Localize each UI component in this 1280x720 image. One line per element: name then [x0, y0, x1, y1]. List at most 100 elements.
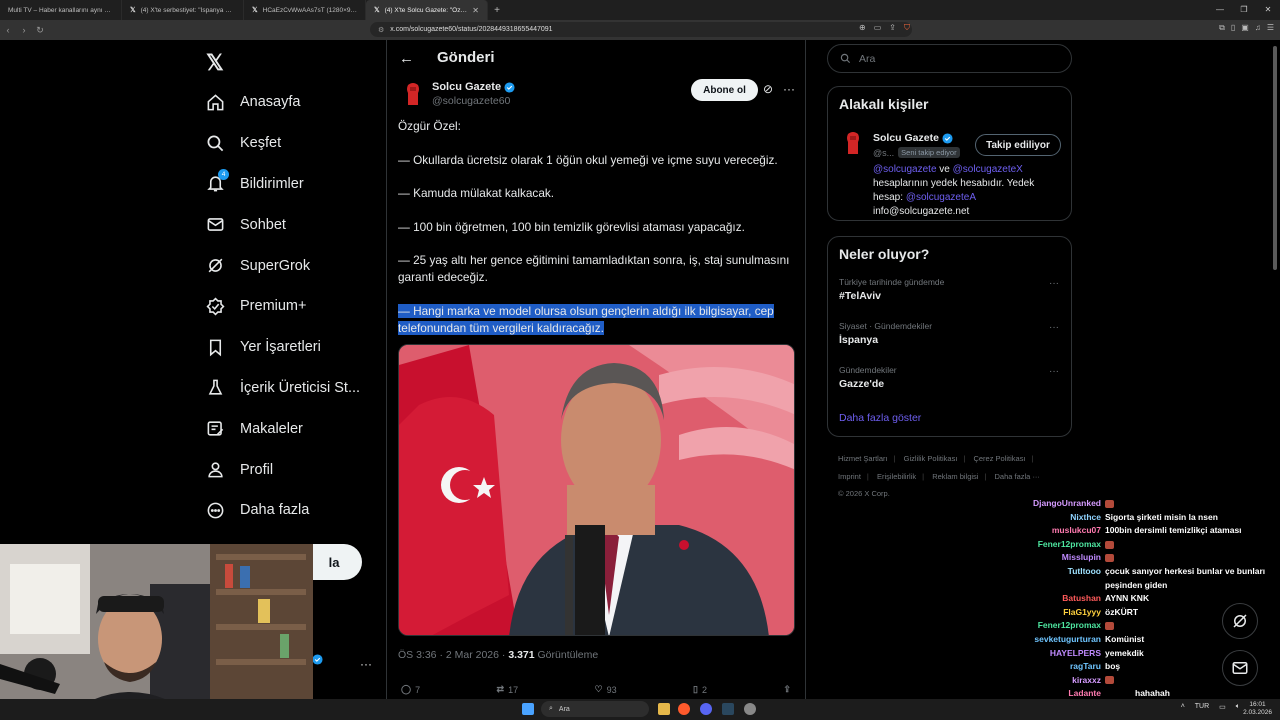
url-field[interactable]: ⚙ x.com/solcugazete60/status/20284493186…	[370, 22, 912, 37]
sidebar-item-bookmarks[interactable]: Yer İşaretleri	[205, 327, 385, 368]
extensions-icon[interactable]: ⧉	[1219, 23, 1225, 33]
site-settings-icon[interactable]: ⚙	[378, 26, 384, 34]
brave-icon[interactable]	[678, 703, 690, 715]
forward-nav-icon[interactable]: ›	[16, 25, 32, 35]
footer-link[interactable]: Reklam bilgisi	[932, 472, 978, 481]
trend-item[interactable]: Türkiye tarihinde gündemde #TelAviv ···	[828, 274, 1071, 318]
chat-username: ragTaru	[1069, 661, 1101, 672]
more-options-icon[interactable]: ···	[783, 82, 795, 96]
sidebar-item-supergrok[interactable]: SuperGrok	[205, 245, 385, 286]
chat-username: kiraxxz	[1072, 674, 1101, 685]
trend-name: #TelAviv	[839, 290, 882, 302]
more-options-icon[interactable]: ···	[1049, 366, 1059, 377]
reload-icon[interactable]: ↻	[32, 25, 48, 36]
browser-tab-1[interactable]: Multi TV – Haber kanallarını aynı and	[0, 0, 122, 20]
browser-tab-2[interactable]: 𝕏 (4) X'te serbestiyet: "İspanya Başbak	[122, 0, 244, 20]
chat-message: Tutltooo çocuk sanıyor herkesi bunlar ve …	[1000, 565, 1270, 592]
taskbar-search[interactable]: ⌕ Ara	[541, 701, 649, 717]
share-button[interactable]: ⇪	[783, 684, 791, 695]
maximize-icon[interactable]: ❐	[1232, 0, 1256, 20]
footer-link[interactable]: Erişilebilirlik	[877, 472, 916, 481]
search-placeholder: Ara	[859, 52, 876, 65]
related-name[interactable]: Solcu Gazete	[873, 132, 953, 144]
selected-text[interactable]: — Hangi marka ve model olursa olsun genç…	[398, 303, 774, 335]
share-icon[interactable]: ⇪	[889, 23, 896, 33]
discord-icon[interactable]	[700, 703, 712, 715]
chevron-up-icon[interactable]: ˄	[1181, 703, 1185, 711]
footer-link[interactable]: Gizlilik Politikası	[904, 454, 958, 463]
zoom-icon[interactable]: ⊕	[859, 23, 866, 33]
subscribe-button[interactable]: Abone ol	[691, 79, 758, 101]
footer-link[interactable]: Çerez Politikası	[973, 454, 1025, 463]
bio-link[interactable]: @solcugazeteA	[906, 192, 976, 203]
reply-icon: ◯	[401, 684, 412, 694]
emote-icon	[1105, 622, 1114, 631]
tweet-paragraph: — 25 yaş altı her gence eğitimini tamaml…	[398, 253, 790, 285]
author-handle[interactable]: @solcugazete60	[432, 95, 510, 107]
search-input[interactable]: Ara	[827, 44, 1072, 73]
retweet-button[interactable]: ⇄ 17	[497, 684, 519, 695]
sidebar-item-creator-studio[interactable]: İçerik Üreticisi St...	[205, 368, 385, 409]
messages-fab-button[interactable]	[1222, 650, 1258, 686]
os-taskbar: ⌕ Ara ˄ TUR ▭ 🔈︎ 16:01 2.03.2026	[0, 699, 1280, 720]
trend-item[interactable]: Gündemdekiler Gazze'de ···	[828, 362, 1071, 406]
author-name[interactable]: Solcu Gazete	[432, 81, 515, 93]
language-indicator[interactable]: TUR	[1195, 703, 1209, 711]
grok-icon[interactable]: ⊘	[763, 82, 773, 96]
minimize-icon[interactable]: —	[1208, 0, 1232, 20]
grok-fab-button[interactable]	[1222, 603, 1258, 639]
bio-link[interactable]: @solcugazete	[873, 164, 937, 175]
volume-icon[interactable]: 🔈︎	[1236, 703, 1240, 711]
sidebar-item-explore[interactable]: Keşfet	[205, 123, 385, 164]
sidebar-item-chat[interactable]: Sohbet	[205, 204, 385, 245]
close-window-icon[interactable]: ✕	[1256, 0, 1280, 20]
app-icon[interactable]	[744, 703, 756, 715]
browser-tab-active[interactable]: 𝕏 (4) X'te Solcu Gazete: "Özgür Ö ✕	[366, 0, 488, 20]
sidebar-item-profile[interactable]: Profil	[205, 449, 385, 490]
reply-button[interactable]: ◯ 7	[401, 684, 420, 695]
new-tab-button[interactable]: +	[488, 5, 506, 16]
start-icon[interactable]	[522, 703, 534, 715]
show-more-link[interactable]: Daha fazla göster	[828, 406, 1071, 434]
steam-icon[interactable]	[722, 703, 734, 715]
wallet-icon[interactable]: ▣	[1241, 23, 1249, 33]
back-nav-icon[interactable]: ‹	[0, 25, 16, 35]
trend-item[interactable]: Siyaset · Gündemdekiler İspanya ···	[828, 318, 1071, 362]
menu-icon[interactable]: ☰	[1267, 23, 1274, 33]
tweet-time[interactable]: ÖS 3:36 · 2 Mar 2026 ·	[398, 649, 508, 661]
x-logo-icon[interactable]: 𝕏	[206, 50, 224, 76]
sidebar-item-articles[interactable]: Makaleler	[205, 408, 385, 449]
sidebar-icon[interactable]: ▯	[1231, 23, 1235, 33]
footer-link[interactable]: Daha fazla ···	[995, 472, 1040, 481]
related-person[interactable]: Solcu Gazete @s... Seni takip ediyor Tak…	[828, 90, 1071, 220]
footer-link[interactable]: Imprint	[838, 472, 861, 481]
sidebar-item-notifications[interactable]: 4 Bildirimler	[205, 164, 385, 205]
avatar[interactable]	[399, 80, 427, 108]
following-button[interactable]: Takip ediliyor	[975, 134, 1061, 156]
clock[interactable]: 16:01 2.03.2026	[1243, 701, 1272, 717]
network-icon[interactable]: ▭	[1219, 703, 1226, 711]
browser-tab-3[interactable]: 𝕏 HCaEzCvWwAAs7sT (1280×960)	[244, 0, 366, 20]
sidebar-item-more[interactable]: Daha fazla	[205, 490, 385, 531]
bio-link[interactable]: @solcugazeteX	[953, 164, 1023, 175]
avatar[interactable]	[842, 130, 864, 161]
footer-links: Hizmet Şartları | Gizlilik Politikası | Çe…	[838, 450, 1078, 503]
sidebar-item-home[interactable]: Anasayfa	[205, 82, 385, 123]
bookmark-button[interactable]: ▯ 2	[693, 684, 707, 695]
footer-link[interactable]: Hizmet Şartları	[838, 454, 888, 463]
more-options-icon[interactable]: ···	[1049, 322, 1059, 333]
brave-shield-icon[interactable]: ⛉	[904, 23, 910, 33]
trend-name: Gazze'de	[839, 378, 885, 390]
account-menu-icon[interactable]: ···	[360, 657, 372, 671]
like-button[interactable]: ♡ 93	[595, 684, 617, 695]
cast-icon[interactable]: ▭	[874, 23, 882, 33]
chat-message: DjangoUnranked	[1000, 497, 1270, 511]
close-tab-icon[interactable]: ✕	[472, 6, 479, 15]
more-options-icon[interactable]: ···	[1049, 278, 1059, 289]
tweet-photo[interactable]	[398, 344, 795, 636]
sidebar-item-premium[interactable]: Premium+	[205, 286, 385, 327]
folder-icon[interactable]	[658, 703, 670, 715]
page-scrollbar[interactable]	[1273, 46, 1277, 270]
music-icon[interactable]: ♫	[1255, 23, 1261, 33]
back-arrow-icon[interactable]: ←	[399, 50, 414, 67]
